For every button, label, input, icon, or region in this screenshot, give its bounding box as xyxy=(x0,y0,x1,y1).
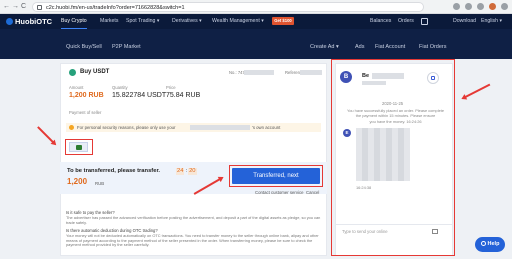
subnav-ads[interactable]: Ads xyxy=(355,44,364,51)
price-value: 75.84 RUB xyxy=(166,92,201,99)
browser-toolbar: ← → C c2c.huobi.fm/en-us/tradeInfo?order… xyxy=(0,0,512,14)
warning-icon xyxy=(69,125,74,130)
lock-icon xyxy=(37,5,42,10)
call-button[interactable] xyxy=(427,72,439,84)
arrow-to-payment-tab xyxy=(37,126,56,145)
nav-derivatives[interactable]: Derivatives ▾ xyxy=(172,18,202,25)
redacted-seller-info xyxy=(362,81,386,85)
address-bar[interactable]: c2c.huobi.fm/en-us/tradeInfo?order=71662… xyxy=(32,2,424,12)
puzzle-icon[interactable] xyxy=(477,3,484,10)
tip-answer-2: Your money will not be deducted automati… xyxy=(66,233,319,248)
subnav-create-ad[interactable]: Create Ad ▾ xyxy=(310,44,339,51)
quantity-value: 15.822784 USDT xyxy=(112,92,167,99)
reload-icon[interactable]: C xyxy=(21,3,26,11)
cancel-order-link[interactable]: Cancel xyxy=(306,190,319,195)
payment-of-seller-label: Payment of seller xyxy=(69,110,102,115)
order-title: Buy USDT xyxy=(80,69,110,75)
security-notice-end: 's own account xyxy=(252,125,281,130)
transfer-currency: RUB xyxy=(95,181,105,186)
system-message-1: You have successfully placed an order. P… xyxy=(347,108,444,118)
redacted-seller-name xyxy=(372,73,404,79)
help-icon xyxy=(480,241,486,246)
payment-method-tab[interactable] xyxy=(69,142,88,152)
transfer-label: To be transferred, please transfer. xyxy=(67,168,160,174)
chat-date: 2020-11-25 xyxy=(382,101,404,106)
nav-download[interactable]: Download xyxy=(453,18,476,25)
seller-name: Be xyxy=(362,73,370,79)
image-upload-icon[interactable] xyxy=(432,229,438,234)
arrow-to-chat xyxy=(462,84,491,100)
seller-avatar: B xyxy=(340,71,352,83)
extension-icon[interactable] xyxy=(465,3,472,10)
nav-spot-trading[interactable]: Spot Trading ▾ xyxy=(126,18,159,25)
message-avatar: E xyxy=(343,129,351,137)
back-icon[interactable]: ← xyxy=(3,3,10,11)
bank-card-icon xyxy=(76,145,82,150)
nav-orders[interactable]: Orders xyxy=(398,18,414,25)
transfer-amount: 1,200 xyxy=(67,177,88,186)
redacted-reference xyxy=(300,70,322,75)
chat-input[interactable]: Type to send your online xyxy=(342,229,388,234)
message-time: 16:24:38 xyxy=(356,185,372,190)
quantity-label: Quantity xyxy=(112,85,128,90)
nav-balances[interactable]: Balances xyxy=(370,18,391,25)
redacted-name xyxy=(190,125,250,130)
help-button[interactable]: Help xyxy=(475,237,505,252)
contact-customer-service-link[interactable]: Contact customer service xyxy=(255,190,303,195)
transferred-next-button[interactable]: Transferred, next xyxy=(232,168,320,184)
huobi-logo[interactable]: HuobiOTC xyxy=(6,17,52,26)
amount-label: Amount xyxy=(69,85,84,90)
subnav-quick-buy-sell[interactable]: Quick Buy/Sell xyxy=(66,44,102,51)
url-text: c2c.huobi.fm/en-us/tradeInfo?order=71662… xyxy=(46,5,185,11)
logo-icon xyxy=(6,18,13,25)
system-message-2: you have the money. 16:24:26 xyxy=(369,119,422,124)
phone-icon xyxy=(431,76,435,80)
tip-answer-1: The advertiser has passed the advanced v… xyxy=(66,215,321,225)
usdt-icon xyxy=(69,69,76,76)
countdown-timer: 24:20 xyxy=(176,168,197,175)
nav-wealth-management[interactable]: Wealth Management ▾ xyxy=(212,18,264,25)
subnav-fiat-account[interactable]: Fiat Account xyxy=(375,44,405,51)
subnav-fiat-orders[interactable]: Fiat Orders xyxy=(419,44,447,51)
top-navigation: HuobiOTC Buy Crypto Markets Spot Trading… xyxy=(0,14,512,29)
forward-icon[interactable]: → xyxy=(12,3,19,11)
browser-extensions xyxy=(453,3,508,10)
profile-avatar[interactable] xyxy=(489,3,496,10)
subnav-p2p-market[interactable]: P2P Market xyxy=(112,44,141,51)
redacted-order-number xyxy=(244,70,274,75)
menu-icon[interactable] xyxy=(501,3,508,10)
nav-language[interactable]: English ▾ xyxy=(481,18,502,25)
nav-buy-crypto[interactable]: Buy Crypto xyxy=(61,18,87,29)
price-label: Price xyxy=(166,85,176,90)
amount-value: 1,200 RUB xyxy=(69,92,104,99)
security-notice-text: For personal security reasons, please on… xyxy=(77,125,176,130)
promo-badge[interactable]: Get $100 xyxy=(272,17,294,25)
chat-divider xyxy=(336,224,452,225)
star-icon[interactable] xyxy=(453,3,460,10)
sub-navigation: Quick Buy/Sell P2P Market Create Ad ▾ Ad… xyxy=(0,29,512,59)
bell-icon[interactable] xyxy=(421,18,428,25)
nav-markets[interactable]: Markets xyxy=(100,18,118,25)
redacted-message-image[interactable] xyxy=(356,128,410,181)
